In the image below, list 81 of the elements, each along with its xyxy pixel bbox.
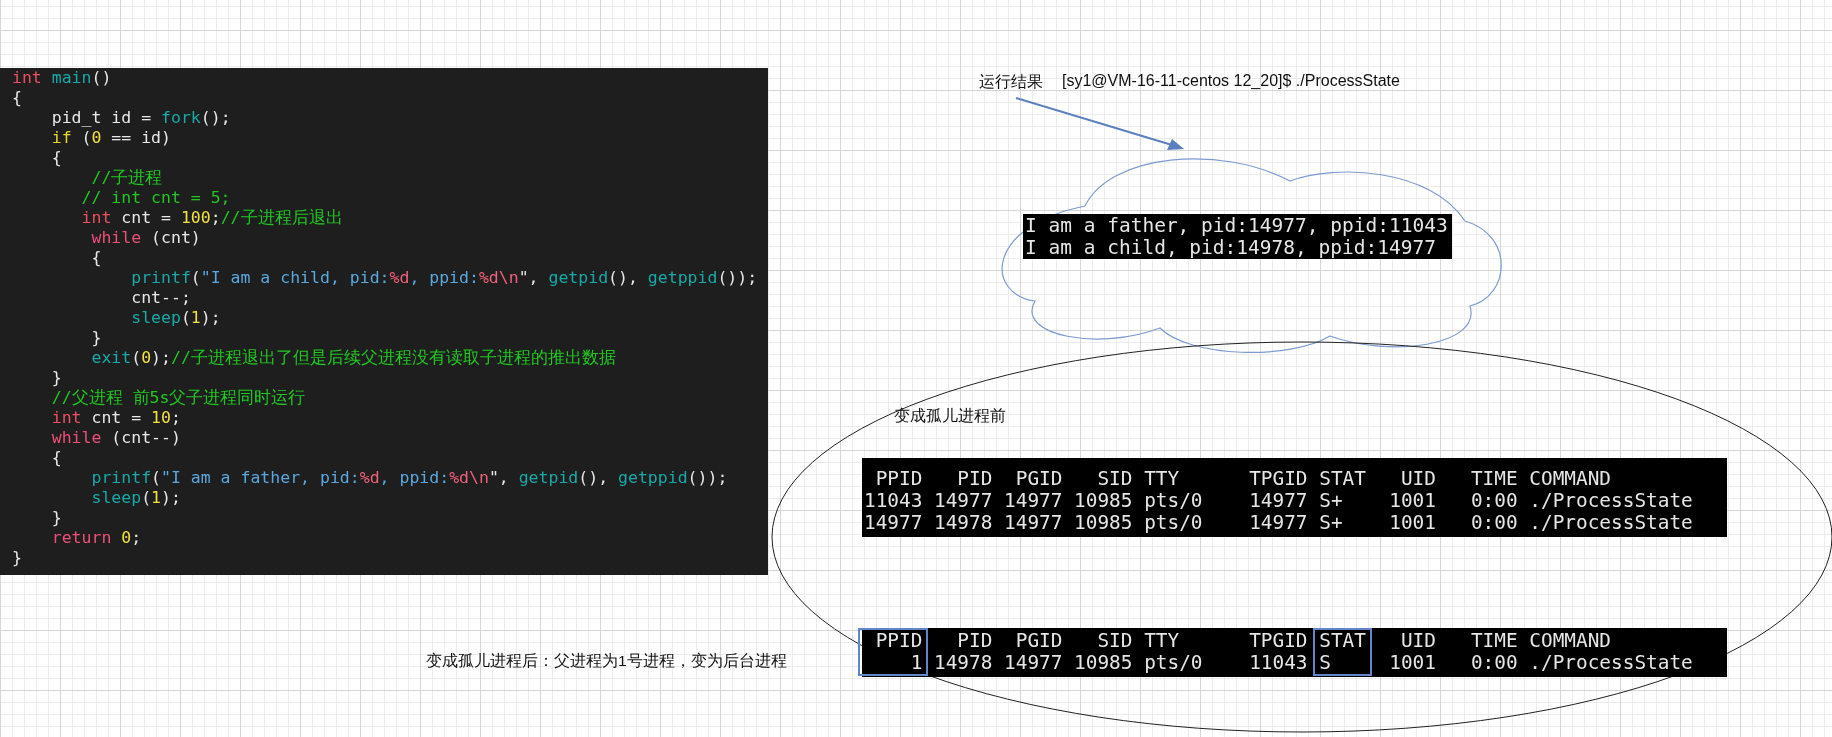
code-line: { [90, 248, 102, 268]
terminal-cell: 1001 [1389, 652, 1436, 674]
code-line: } [50, 508, 62, 528]
code-line: int cnt = 10; [50, 408, 181, 428]
column-header: SID [1097, 468, 1133, 490]
result-label: 运行结果 [979, 72, 1043, 92]
code-line: return 0; [50, 528, 142, 548]
terminal-cell: 14977 [1004, 490, 1063, 512]
terminal-cell: 10985 [1074, 512, 1133, 534]
code-line: { [50, 448, 62, 468]
code-line: printf("I am a father, pid:%d, ppid:%d\n", getpid(), getppid()); [90, 468, 728, 488]
code-line: while (cnt--) [50, 428, 181, 448]
code-line: int main() [12, 68, 112, 88]
column-header: PGID [1015, 468, 1063, 490]
terminal-cell: ./ProcessState [1529, 490, 1693, 512]
terminal-cell: 14977 [1249, 490, 1308, 512]
column-header: PGID [1015, 630, 1063, 652]
terminal-cell: 1 [910, 652, 923, 674]
output-line: I am a child, pid:14978, ppid:14977 [1025, 237, 1437, 259]
code-line: } [90, 328, 102, 348]
column-header: COMMAND [1529, 468, 1612, 490]
terminal-cell: S+ [1319, 512, 1343, 534]
after-label: 变成孤儿进程后：父进程为1号进程，变为后台进程 [426, 651, 787, 671]
column-header: PPID [875, 630, 923, 652]
terminal-cell: 14977 [1249, 512, 1308, 534]
code-line: //子进程 [90, 168, 163, 188]
terminal-cell: 14977 [934, 490, 993, 512]
code-line: //父进程 前5s父子进程同时运行 [50, 388, 306, 408]
code-line: printf("I am a child, pid:%d, ppid:%d\n", getpid(), getppid()); [130, 268, 758, 288]
code-line: { [12, 88, 22, 108]
code-line: } [50, 368, 62, 388]
column-header: PID [957, 468, 993, 490]
code-line: sleep(1); [90, 488, 181, 508]
terminal-cell: 10985 [1074, 652, 1133, 674]
code-line: sleep(1); [130, 308, 221, 328]
terminal-cell: 14978 [934, 652, 993, 674]
terminal-cell: pts/0 [1144, 652, 1203, 674]
column-header: STAT [1319, 630, 1366, 652]
column-header: TTY [1144, 468, 1180, 490]
column-header: TIME [1470, 630, 1518, 652]
column-header: PPID [875, 468, 923, 490]
terminal-cell: 11043 [864, 490, 923, 512]
code-line: if (0 == id) [50, 128, 171, 148]
column-header: COMMAND [1529, 630, 1612, 652]
column-header: TPGID [1249, 468, 1308, 490]
column-header: UID [1400, 630, 1436, 652]
terminal-cell: pts/0 [1144, 512, 1203, 534]
output-line: I am a father, pid:14977, ppid:11043 [1025, 215, 1448, 237]
code-line: int cnt = 100;//子进程后退出 [80, 208, 343, 228]
before-label: 变成孤儿进程前 [894, 406, 1006, 426]
code-line: // int cnt = 5; [80, 188, 231, 208]
terminal-cell: 11043 [1249, 652, 1308, 674]
terminal-cell: 14977 [864, 512, 923, 534]
terminal-cell: 14978 [934, 512, 993, 534]
column-header: STAT [1319, 468, 1366, 490]
code-line: } [12, 548, 22, 568]
terminal-cell: 0:00 [1470, 652, 1518, 674]
code-line: pid_t id = fork(); [50, 108, 231, 128]
column-header: SID [1097, 630, 1133, 652]
terminal-cell: S+ [1319, 490, 1343, 512]
code-line: exit(0);//子进程退出了但是后续父进程没有读取子进程的推出数据 [90, 348, 616, 368]
column-header: TTY [1144, 630, 1180, 652]
terminal-cell: 0:00 [1470, 512, 1518, 534]
terminal-cell: 0:00 [1470, 490, 1518, 512]
column-header: UID [1400, 468, 1436, 490]
command-prompt: [sy1@VM-16-11-centos 12_20]$ ./ProcessState [1062, 72, 1400, 90]
column-header: TIME [1470, 468, 1518, 490]
code-line: while (cnt) [90, 228, 201, 248]
terminal-cell: S [1319, 652, 1331, 674]
code-line: cnt--; [130, 288, 191, 308]
terminal-cell: 1001 [1389, 512, 1436, 534]
terminal-cell: 10985 [1074, 490, 1133, 512]
terminal-cell: ./ProcessState [1529, 512, 1693, 534]
terminal-cell: 14977 [1004, 652, 1063, 674]
terminal-cell: 1001 [1389, 490, 1436, 512]
terminal-cell: 14977 [1004, 512, 1063, 534]
code-line: { [50, 148, 62, 168]
column-header: PID [957, 630, 993, 652]
column-header: TPGID [1249, 630, 1308, 652]
terminal-cell: pts/0 [1144, 490, 1203, 512]
terminal-cell: ./ProcessState [1529, 652, 1693, 674]
